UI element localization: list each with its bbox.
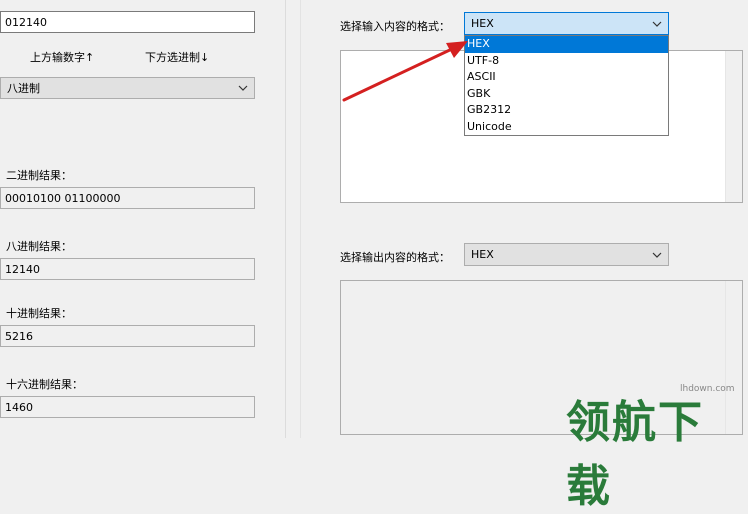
dropdown-option-ascii[interactable]: ASCII (465, 69, 668, 86)
panel-divider (285, 0, 286, 438)
swap-up-label[interactable]: 上方输数字↑ (30, 49, 94, 65)
decimal-result-field[interactable]: 5216 (0, 325, 255, 347)
decimal-result-value: 5216 (5, 329, 33, 343)
octal-result-field[interactable]: 12140 (0, 258, 255, 280)
watermark-logo: 领航下载 (566, 397, 704, 512)
binary-result-field[interactable]: 00010100 01100000 (0, 187, 255, 209)
hex-result-field[interactable]: 1460 (0, 396, 255, 418)
converter-left-panel (0, 0, 285, 438)
chevron-down-icon (652, 252, 662, 258)
dropdown-option-utf8[interactable]: UTF-8 (465, 53, 668, 70)
base-select[interactable]: 八进制 (0, 77, 255, 99)
dropdown-option-gb2312[interactable]: GB2312 (465, 102, 668, 119)
binary-result-label: 二进制结果： (6, 169, 72, 182)
chevron-down-icon (652, 21, 662, 27)
output-format-select[interactable]: HEX (464, 243, 669, 266)
hex-result-value: 1460 (5, 400, 33, 414)
input-format-value: HEX (471, 17, 494, 30)
output-format-value: HEX (471, 248, 494, 261)
base-select-value: 八进制 (7, 82, 40, 95)
binary-result-value: 00010100 01100000 (5, 191, 121, 205)
decimal-result-label: 十进制结果： (6, 307, 72, 320)
octal-result-value: 12140 (5, 262, 40, 276)
dropdown-option-unicode[interactable]: Unicode (465, 119, 668, 136)
dropdown-option-hex[interactable]: HEX (465, 36, 668, 53)
panel-divider-secondary (300, 0, 301, 438)
input-format-select[interactable]: HEX (464, 12, 669, 35)
annotation-arrow-icon (342, 41, 468, 102)
chevron-down-icon (238, 85, 248, 91)
input-scrollbar[interactable] (725, 51, 742, 202)
input-format-dropdown: HEX UTF-8 ASCII GBK GB2312 Unicode (464, 35, 669, 136)
octal-result-label: 八进制结果： (6, 240, 72, 253)
swap-down-label[interactable]: 下方选进制↓ (145, 49, 209, 65)
number-input-value: 012140 (5, 15, 47, 29)
dropdown-option-gbk[interactable]: GBK (465, 86, 668, 103)
hex-result-label: 十六进制结果： (6, 378, 83, 391)
output-format-label: 选择输出内容的格式： (340, 251, 450, 264)
number-input[interactable]: 012140 (0, 11, 255, 33)
